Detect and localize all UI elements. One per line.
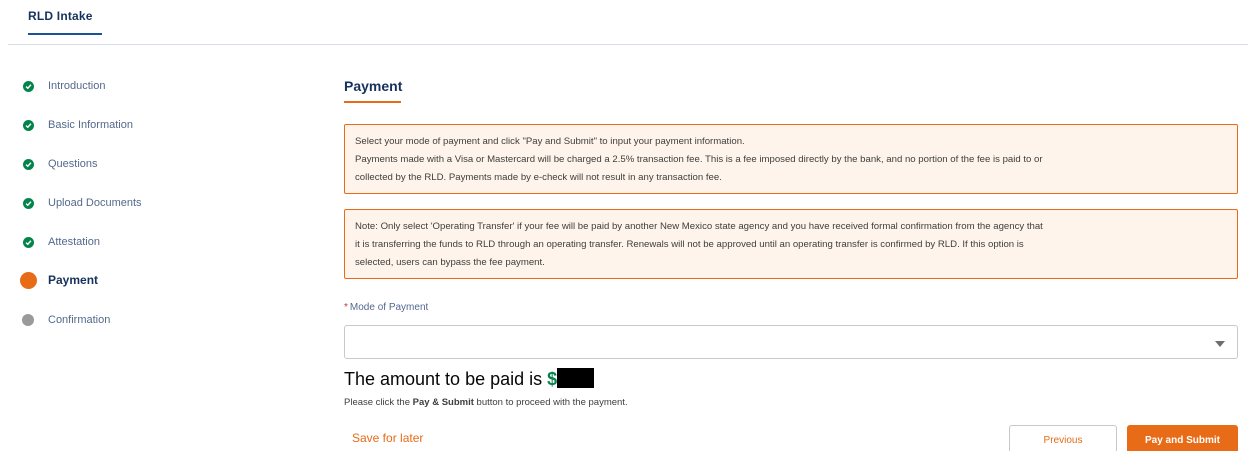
check-icon — [22, 119, 34, 131]
currency-symbol: $ — [547, 369, 558, 389]
section-title: Payment — [344, 78, 403, 94]
step-introduction: Introduction — [18, 74, 218, 98]
step-label: Questions — [48, 158, 98, 170]
mode-of-payment-label: * Mode of Payment — [344, 302, 428, 313]
check-icon — [22, 158, 34, 170]
required-marker: * — [344, 302, 348, 313]
submit-instruction: Please click the Pay & Submit button to … — [344, 397, 628, 408]
section-title-underline — [344, 101, 401, 103]
step-label: Payment — [48, 273, 99, 287]
operating-transfer-notice: Note: Only select 'Operating Transfer' i… — [344, 209, 1238, 279]
step-label: Attestation — [48, 236, 100, 248]
amount-label: The amount to be paid is — [344, 369, 548, 389]
step-label: Basic Information — [48, 119, 133, 131]
check-icon — [22, 197, 34, 209]
step-label: Confirmation — [48, 314, 111, 326]
instruction-emphasis: Pay & Submit — [412, 397, 474, 408]
field-label-text: Mode of Payment — [349, 302, 429, 313]
step-label: Introduction — [48, 80, 106, 92]
redacted-amount — [557, 368, 595, 388]
step-attestation: Attestation — [18, 230, 218, 254]
step-questions: Questions — [18, 152, 218, 176]
notice-line: Payments made with a Visa or Mastercard … — [355, 154, 1043, 165]
step-payment: Payment — [18, 268, 218, 292]
check-icon — [22, 236, 34, 248]
notice-line: it is transferring the funds to RLD thro… — [355, 239, 1024, 250]
step-upload-documents: Upload Documents — [18, 191, 218, 215]
notice-line: selected, users can bypass the fee payme… — [355, 257, 545, 268]
amount-value: $ — [547, 368, 595, 389]
app-tab-rld-intake[interactable]: RLD Intake — [28, 0, 93, 36]
step-confirmation: Confirmation — [18, 308, 218, 332]
amount-due: The amount to be paid is $ — [344, 368, 595, 390]
pay-and-submit-button[interactable]: Pay and Submit — [1127, 425, 1238, 451]
pending-step-indicator-icon — [22, 314, 34, 326]
step-basic-information: Basic Information — [18, 113, 218, 137]
mode-of-payment-select[interactable] — [344, 325, 1238, 359]
check-icon — [22, 80, 34, 92]
active-tab-indicator — [28, 33, 102, 35]
chevron-down-icon — [1215, 341, 1225, 347]
step-label: Upload Documents — [48, 197, 142, 209]
current-step-indicator-icon — [19, 271, 37, 289]
notice-line: collected by the RLD. Payments made by e… — [355, 172, 722, 183]
notice-line: Note: Only select 'Operating Transfer' i… — [355, 221, 1043, 232]
payment-info-notice: Select your mode of payment and click "P… — [344, 124, 1238, 194]
save-for-later-link[interactable]: Save for later — [352, 431, 423, 445]
previous-button[interactable]: Previous — [1009, 425, 1117, 451]
notice-line: Select your mode of payment and click "P… — [355, 136, 745, 147]
header-divider — [8, 44, 1248, 45]
